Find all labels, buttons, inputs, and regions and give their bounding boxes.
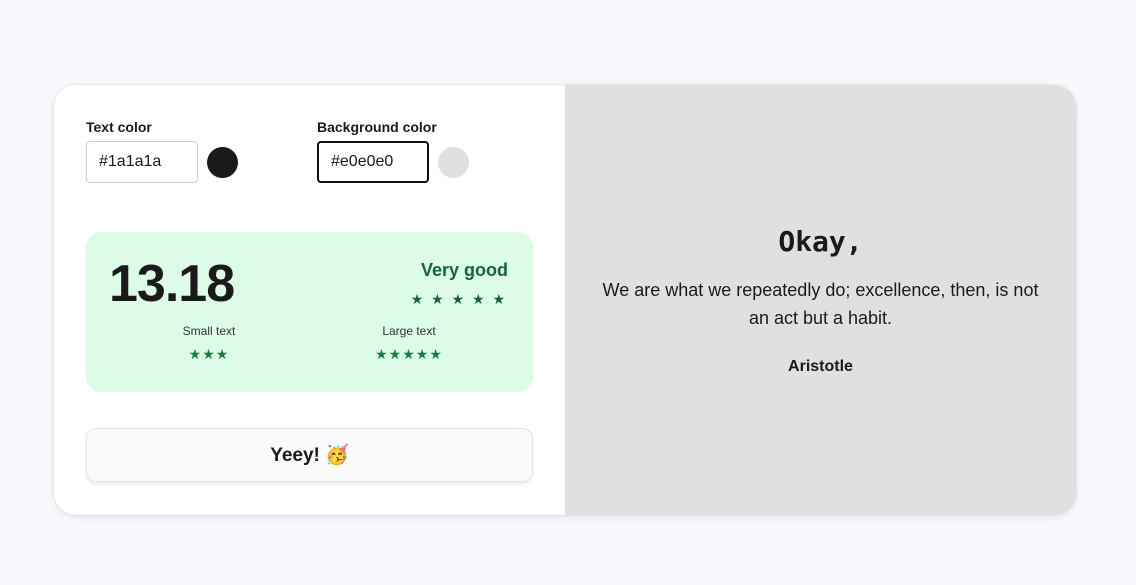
- background-color-field: Background color: [317, 119, 469, 183]
- contrast-score-panel: 13.18 Very good ★ ★ ★ ★ ★ Small text ★★★…: [86, 232, 533, 392]
- small-text-rating: Small text ★★★: [171, 324, 247, 363]
- background-color-label: Background color: [317, 119, 437, 135]
- background-color-input[interactable]: [317, 141, 429, 183]
- text-color-swatch[interactable]: [207, 146, 238, 178]
- rating-label: Very good: [420, 260, 508, 280]
- contrast-checker-card: Text color Background color 13.18 Very g…: [54, 85, 1076, 515]
- background-color-row: [317, 141, 469, 183]
- text-color-row: [86, 141, 238, 183]
- preview-title: Okay,: [778, 224, 863, 258]
- text-color-input[interactable]: [86, 141, 198, 183]
- background-color-swatch[interactable]: [438, 146, 469, 178]
- preview-panel: Okay, We are what we repeatedly do; exce…: [565, 85, 1076, 515]
- rating-stars: ★ ★ ★ ★ ★: [410, 291, 507, 307]
- large-text-rating: Large text ★★★★★: [368, 324, 450, 363]
- small-text-label: Small text: [182, 324, 236, 338]
- yeey-button[interactable]: Yeey! 🥳: [86, 428, 533, 482]
- preview-author: Aristotle: [788, 357, 853, 375]
- large-text-label: Large text: [382, 324, 436, 338]
- small-text-stars: ★★★: [188, 346, 230, 362]
- preview-quote: We are what we repeatedly do; excellence…: [602, 279, 1039, 328]
- text-color-label: Text color: [86, 119, 152, 135]
- large-text-stars: ★★★★★: [375, 346, 443, 362]
- contrast-ratio: 13.18: [109, 255, 235, 313]
- text-color-field: Text color: [86, 119, 238, 183]
- controls-panel: Text color Background color 13.18 Very g…: [54, 85, 565, 515]
